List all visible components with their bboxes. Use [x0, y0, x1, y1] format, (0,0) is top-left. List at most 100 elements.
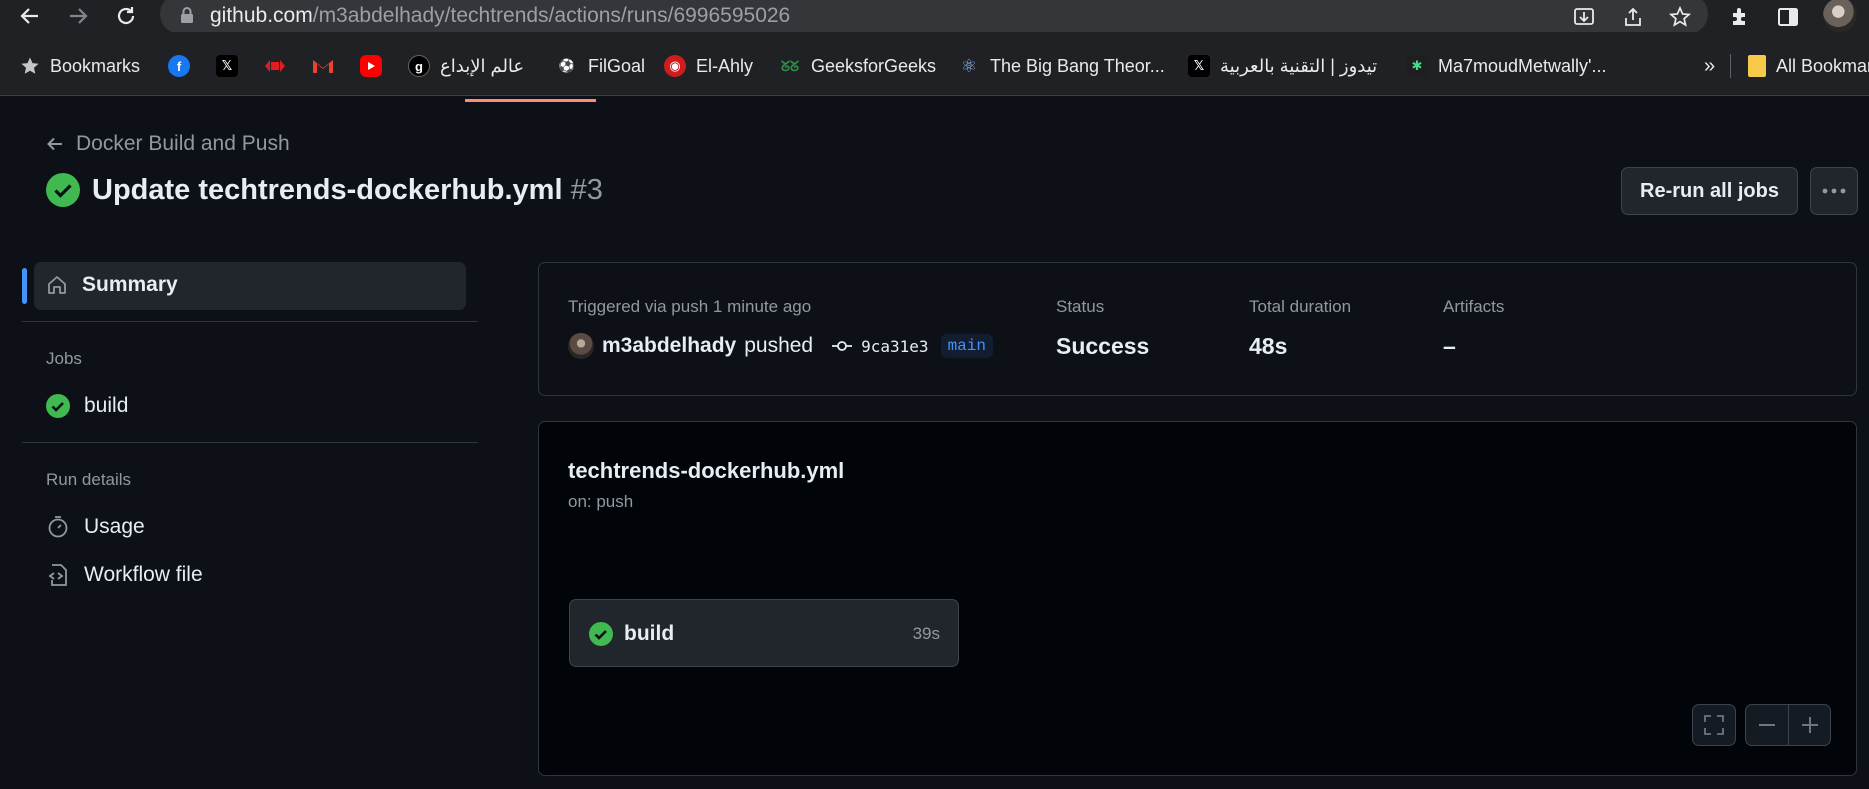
bookmark-label: All Bookmarks: [1776, 55, 1869, 76]
active-indicator: [22, 268, 27, 304]
commit-sha-link[interactable]: 9ca31e3: [861, 337, 928, 356]
file-code-icon: [48, 564, 67, 586]
run-title: Update techtrends-dockerhub.yml #3: [46, 173, 603, 207]
star-icon: [21, 57, 39, 74]
all-bookmarks-button[interactable]: All Bookmarks: [1748, 52, 1869, 80]
check-circle-icon: [589, 622, 613, 646]
side-panel-icon[interactable]: [1774, 3, 1802, 31]
bookmark-ma7moud[interactable]: ✱ Ma7moudMetwally'...: [1406, 52, 1607, 80]
git-commit-icon: [832, 341, 853, 351]
reload-icon[interactable]: [112, 2, 140, 30]
status-label: Status: [1056, 297, 1105, 316]
trigger-label: Triggered via push 1 minute ago: [568, 297, 812, 316]
bookmark-filgoal[interactable]: ⚽ FilGoal: [556, 52, 645, 80]
bookmark-gmail[interactable]: [312, 52, 334, 80]
bookmark-g-logo[interactable]: g عالم الإبداع: [408, 52, 524, 80]
forward-arrow-icon[interactable]: [64, 2, 92, 30]
back-to-workflow-link[interactable]: Docker Build and Push: [46, 132, 290, 156]
workflow-file-label: Workflow file: [84, 563, 203, 586]
active-tab-underline: [465, 99, 596, 102]
run-details-heading: Run details: [46, 470, 132, 489]
folder-icon: [1748, 55, 1766, 77]
rerun-all-jobs-button[interactable]: Re-run all jobs: [1621, 167, 1798, 215]
arrow-left-icon: [47, 137, 62, 151]
kebab-horizontal-icon: [1822, 188, 1846, 194]
bookmark-geeksforgeeks[interactable]: ᘜᘜ GeeksforGeeks: [779, 52, 936, 80]
bookmarks-bar: Bookmarks f 𝕏 g عالم الإبداع ⚽ FilGoal ◉…: [0, 32, 1869, 96]
page-title: Update techtrends-dockerhub.yml #3: [92, 174, 603, 207]
browser-toolbar: github.com/m3abdelhady/techtrends/action…: [0, 0, 1869, 34]
job-node-build[interactable]: build 39s: [569, 599, 959, 667]
bookmarks-overflow-button[interactable]: »: [1704, 52, 1715, 80]
bookmark-bookmarks[interactable]: Bookmarks: [20, 52, 140, 80]
zoom-controls: [1745, 704, 1831, 746]
plus-icon: [1801, 717, 1818, 733]
bookmark-label: The Big Bang Theor...: [990, 55, 1165, 76]
url-path: /m3abdelhady/techtrends/actions/runs/699…: [312, 4, 791, 27]
workflow-name: techtrends-dockerhub.yml: [568, 458, 845, 483]
actor-link[interactable]: m3abdelhady: [602, 334, 736, 358]
g-logo-icon: g: [408, 55, 430, 77]
ahly-icon: ◉: [664, 55, 686, 77]
gmail-icon: [312, 55, 334, 77]
check-circle-icon: [46, 394, 70, 418]
bookmark-label: تيدوز | التقنية بالعربية: [1220, 55, 1378, 76]
summary-label: Summary: [82, 273, 178, 296]
sidebar-divider: [22, 442, 478, 443]
usage-label: Usage: [84, 515, 145, 538]
url-text[interactable]: github.com/m3abdelhady/techtrends/action…: [210, 4, 790, 28]
bookmark-tedoz[interactable]: 𝕏 تيدوز | التقنية بالعربية: [1188, 52, 1377, 80]
youtube-icon: [360, 55, 382, 77]
artifacts-label: Artifacts: [1443, 297, 1505, 316]
bookmark-x[interactable]: 𝕏: [216, 52, 238, 80]
jobs-heading: Jobs: [46, 349, 82, 368]
bookmark-facebook[interactable]: f: [168, 52, 190, 80]
check-circle-icon: [46, 173, 80, 207]
hashnode-icon: ✱: [1406, 55, 1428, 77]
bookmark-label: GeeksforGeeks: [811, 55, 937, 76]
rerun-label: Re-run all jobs: [1640, 179, 1779, 202]
bookmark-youtube[interactable]: [360, 52, 382, 80]
atom-icon: ⚛: [960, 55, 978, 76]
sidebar-item-workflow-file[interactable]: Workflow file: [46, 563, 203, 587]
red-logo-icon: [264, 55, 286, 77]
sidebar-item-usage[interactable]: Usage: [46, 515, 145, 539]
profile-avatar[interactable]: [1823, 0, 1857, 32]
fullscreen-icon: [1693, 705, 1735, 745]
install-icon[interactable]: [1571, 4, 1597, 30]
bookmark-red-logo[interactable]: [264, 52, 286, 80]
lock-icon[interactable]: [180, 6, 194, 29]
bookmark-label: Bookmarks: [50, 55, 141, 76]
zoom-in-button[interactable]: [1788, 705, 1830, 745]
bookmark-label: El-Ahly: [696, 55, 754, 76]
bookmark-el-ahly[interactable]: ◉ El-Ahly: [664, 52, 753, 80]
branch-badge[interactable]: main: [940, 334, 993, 358]
more-options-button[interactable]: [1810, 167, 1858, 215]
job-label: build: [84, 394, 129, 417]
actor-avatar[interactable]: [568, 333, 594, 359]
zoom-out-button[interactable]: [1746, 705, 1788, 745]
url-host: github.com: [210, 4, 313, 27]
bookmark-label: FilGoal: [588, 55, 646, 76]
gfg-icon: ᘜᘜ: [780, 57, 800, 74]
bookmark-label: عالم الإبداع: [440, 55, 525, 76]
back-arrow-icon[interactable]: [16, 2, 44, 30]
share-icon[interactable]: [1620, 4, 1646, 30]
workflow-trigger: on: push: [568, 492, 634, 511]
run-number: #3: [570, 173, 603, 206]
bookmark-big-bang-theory[interactable]: ⚛ The Big Bang Theor...: [958, 52, 1165, 80]
back-link-label: Docker Build and Push: [76, 132, 290, 155]
fullscreen-button[interactable]: [1692, 704, 1736, 746]
bookmark-label: Ma7moudMetwally'...: [1438, 55, 1607, 76]
facebook-icon: f: [168, 55, 190, 77]
artifacts-value: –: [1443, 333, 1456, 359]
sidebar-divider: [22, 321, 478, 322]
sidebar-item-build[interactable]: build: [46, 394, 128, 418]
job-duration: 39s: [912, 624, 940, 643]
extensions-icon[interactable]: [1726, 3, 1754, 31]
sidebar-item-summary[interactable]: Summary: [46, 273, 178, 297]
run-summary-card: [538, 262, 1857, 396]
bookmark-star-icon[interactable]: [1667, 4, 1693, 30]
job-node-label: build: [624, 622, 675, 645]
home-icon: [48, 276, 66, 294]
